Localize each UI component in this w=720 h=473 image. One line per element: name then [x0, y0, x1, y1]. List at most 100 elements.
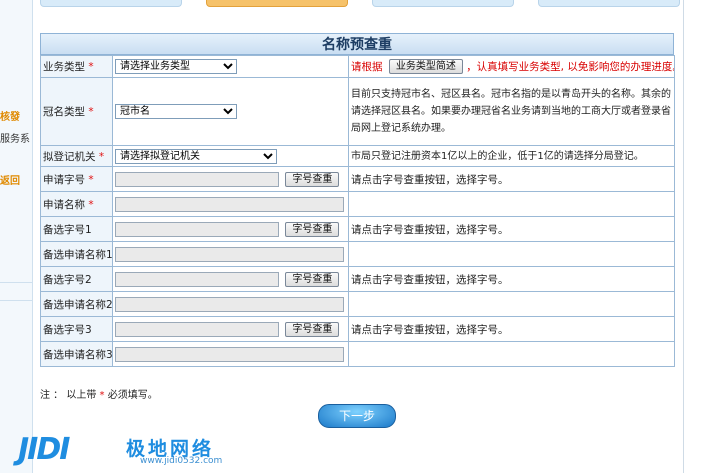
empty-cell [348, 241, 675, 267]
alt-word-3-label: 备选字号3 [43, 323, 92, 336]
apply-name-input[interactable] [115, 196, 344, 212]
row-alt-word-1: 备选字号1 字号查重 请点击字号查重按钮，选择字号。 [40, 216, 675, 242]
label-cell: 备选字号1 [40, 216, 113, 242]
alt-name-1-input[interactable] [115, 246, 344, 262]
alt-name-2-input[interactable] [115, 296, 344, 312]
required-mark: * [88, 106, 94, 118]
biz-type-hint-prefix: 请根据 [351, 60, 383, 73]
alt-word-1-input[interactable] [115, 221, 279, 237]
tab-1[interactable] [40, 0, 182, 7]
required-mark: * [98, 150, 105, 163]
info-cell: 请点击字号查重按钮，选择字号。 [348, 216, 675, 242]
sidebar-item-2[interactable]: 服务系 [0, 130, 30, 145]
biz-type-hint-suffix: ，认真填写业务类型, 以免影响您的办理进度。 [466, 60, 675, 73]
label-cell: 备选申请名称2 [40, 291, 113, 317]
left-sidebar: 核發 服务系 返回 [0, 0, 33, 473]
agency-label: 拟登记机关 [43, 150, 96, 163]
biz-type-select[interactable]: 请选择业务类型 [115, 59, 237, 74]
logo-mark: JIDI [18, 432, 70, 467]
row-apply-word: 申请字号 * 字号查重 请点击字号查重按钮，选择字号。 [40, 166, 675, 192]
check-word-button[interactable]: 字号查重 [285, 221, 340, 237]
label-cell: 拟登记机关 * [40, 145, 113, 167]
precheck-form: 业务类型 * 请选择业务类型 请根据 业务类型简述 ，认真填写业务类型, 以免影… [40, 55, 675, 367]
tab-3[interactable] [372, 0, 514, 7]
empty-cell [348, 191, 675, 217]
tab-4[interactable] [538, 0, 680, 7]
biz-type-label: 业务类型 [43, 61, 85, 73]
field-cell: 冠市名 [112, 77, 349, 146]
agency-select[interactable]: 请选择拟登记机关 [115, 148, 277, 164]
alt-name-1-label: 备选申请名称1 [43, 248, 113, 261]
biz-type-desc-button[interactable]: 业务类型简述 [388, 59, 463, 75]
field-cell: 请选择拟登记机关 [112, 145, 349, 167]
note-suffix: 必须填写。 [107, 390, 158, 401]
field-cell [112, 191, 349, 217]
apply-word-info: 请点击字号查重按钮，选择字号。 [351, 173, 509, 186]
alt-word-2-input[interactable] [115, 271, 279, 287]
check-word-button[interactable]: 字号查重 [285, 321, 340, 337]
next-step-button[interactable]: 下一步 [318, 404, 396, 428]
field-cell [112, 291, 349, 317]
label-cell: 申请名称 * [40, 191, 113, 217]
note-prefix: 注 ： 以上带 [40, 390, 97, 401]
watermark-logo: JIDI 极地网络 www.jidi0532.com [18, 430, 278, 470]
label-cell: 备选申请名称3 [40, 341, 113, 367]
field-cell: 请选择业务类型 [112, 55, 349, 78]
top-tabs [40, 0, 680, 8]
label-cell: 业务类型 * [40, 55, 113, 78]
info-cell: 目前只支持冠市名、冠区县名。冠市名指的是以青岛开头的名称。其余的请选择冠区县名。… [348, 77, 675, 146]
agency-info: 市局只登记注册资本1亿以上的企业，低于1亿的请选择分局登记。 [351, 150, 644, 162]
alt-word-3-input[interactable] [115, 321, 279, 337]
alt-word-1-info: 请点击字号查重按钮，选择字号。 [351, 223, 509, 236]
sidebar-divider [0, 282, 32, 283]
sidebar-divider [0, 300, 32, 301]
row-alt-name-3: 备选申请名称3 [40, 341, 675, 367]
row-crown-type: 冠名类型 * 冠市名 目前只支持冠市名、冠区县名。冠市名指的是以青岛开头的名称。… [40, 77, 675, 146]
label-cell: 冠名类型 * [40, 77, 113, 146]
apply-word-input[interactable] [115, 171, 279, 187]
crown-type-label: 冠名类型 [43, 106, 85, 118]
required-mark: * [88, 198, 94, 211]
empty-cell [348, 291, 675, 317]
row-alt-name-2: 备选申请名称2 [40, 291, 675, 317]
info-cell: 请点击字号查重按钮，选择字号。 [348, 166, 675, 192]
crown-type-info: 目前只支持冠市名、冠区县名。冠市名指的是以青岛开头的名称。其余的请选择冠区县名。… [351, 89, 671, 134]
alt-word-2-label: 备选字号2 [43, 273, 92, 286]
info-cell: 请点击字号查重按钮，选择字号。 [348, 266, 675, 292]
row-alt-name-1: 备选申请名称1 [40, 241, 675, 267]
apply-word-label: 申请字号 [43, 173, 85, 186]
check-word-button[interactable]: 字号查重 [285, 271, 340, 287]
alt-word-3-info: 请点击字号查重按钮，选择字号。 [351, 323, 509, 336]
field-cell: 字号查重 [112, 266, 349, 292]
sidebar-item-back[interactable]: 返回 [0, 172, 20, 187]
empty-cell [348, 341, 675, 367]
logo-url: www.jidi0532.com [140, 456, 223, 466]
required-note: 注 ： 以上带 * 必须填写。 [40, 386, 158, 401]
alt-name-2-label: 备选申请名称2 [43, 298, 113, 311]
required-mark: * [88, 61, 94, 73]
field-cell: 字号查重 [112, 316, 349, 342]
label-cell: 申请字号 * [40, 166, 113, 192]
required-mark: * [99, 390, 105, 401]
sidebar-item-1[interactable]: 核發 [0, 108, 20, 123]
alt-word-1-label: 备选字号1 [43, 223, 92, 236]
row-alt-word-2: 备选字号2 字号查重 请点击字号查重按钮，选择字号。 [40, 266, 675, 292]
alt-name-3-input[interactable] [115, 346, 344, 362]
apply-name-label: 申请名称 [43, 198, 85, 211]
hint-cell: 请根据 业务类型简述 ，认真填写业务类型, 以免影响您的办理进度。 [348, 55, 675, 78]
info-cell: 请点击字号查重按钮，选择字号。 [348, 316, 675, 342]
check-word-button[interactable]: 字号查重 [285, 171, 340, 187]
row-agency: 拟登记机关 * 请选择拟登记机关 市局只登记注册资本1亿以上的企业，低于1亿的请… [40, 145, 675, 167]
row-biz-type: 业务类型 * 请选择业务类型 请根据 业务类型简述 ，认真填写业务类型, 以免影… [40, 55, 675, 78]
alt-name-3-label: 备选申请名称3 [43, 348, 113, 361]
row-alt-word-3: 备选字号3 字号查重 请点击字号查重按钮，选择字号。 [40, 316, 675, 342]
tab-2-active[interactable] [206, 0, 348, 7]
field-cell: 字号查重 [112, 216, 349, 242]
right-margin [683, 0, 720, 473]
row-apply-name: 申请名称 * [40, 191, 675, 217]
crown-type-select[interactable]: 冠市名 [115, 104, 237, 119]
required-mark: * [88, 173, 94, 186]
page-title: 名称预查重 [40, 33, 674, 55]
name-precheck-panel: 名称预查重 业务类型 * 请选择业务类型 请根据 业务类型简述 ，认真填写业务类… [40, 33, 675, 367]
alt-word-2-info: 请点击字号查重按钮，选择字号。 [351, 273, 509, 286]
